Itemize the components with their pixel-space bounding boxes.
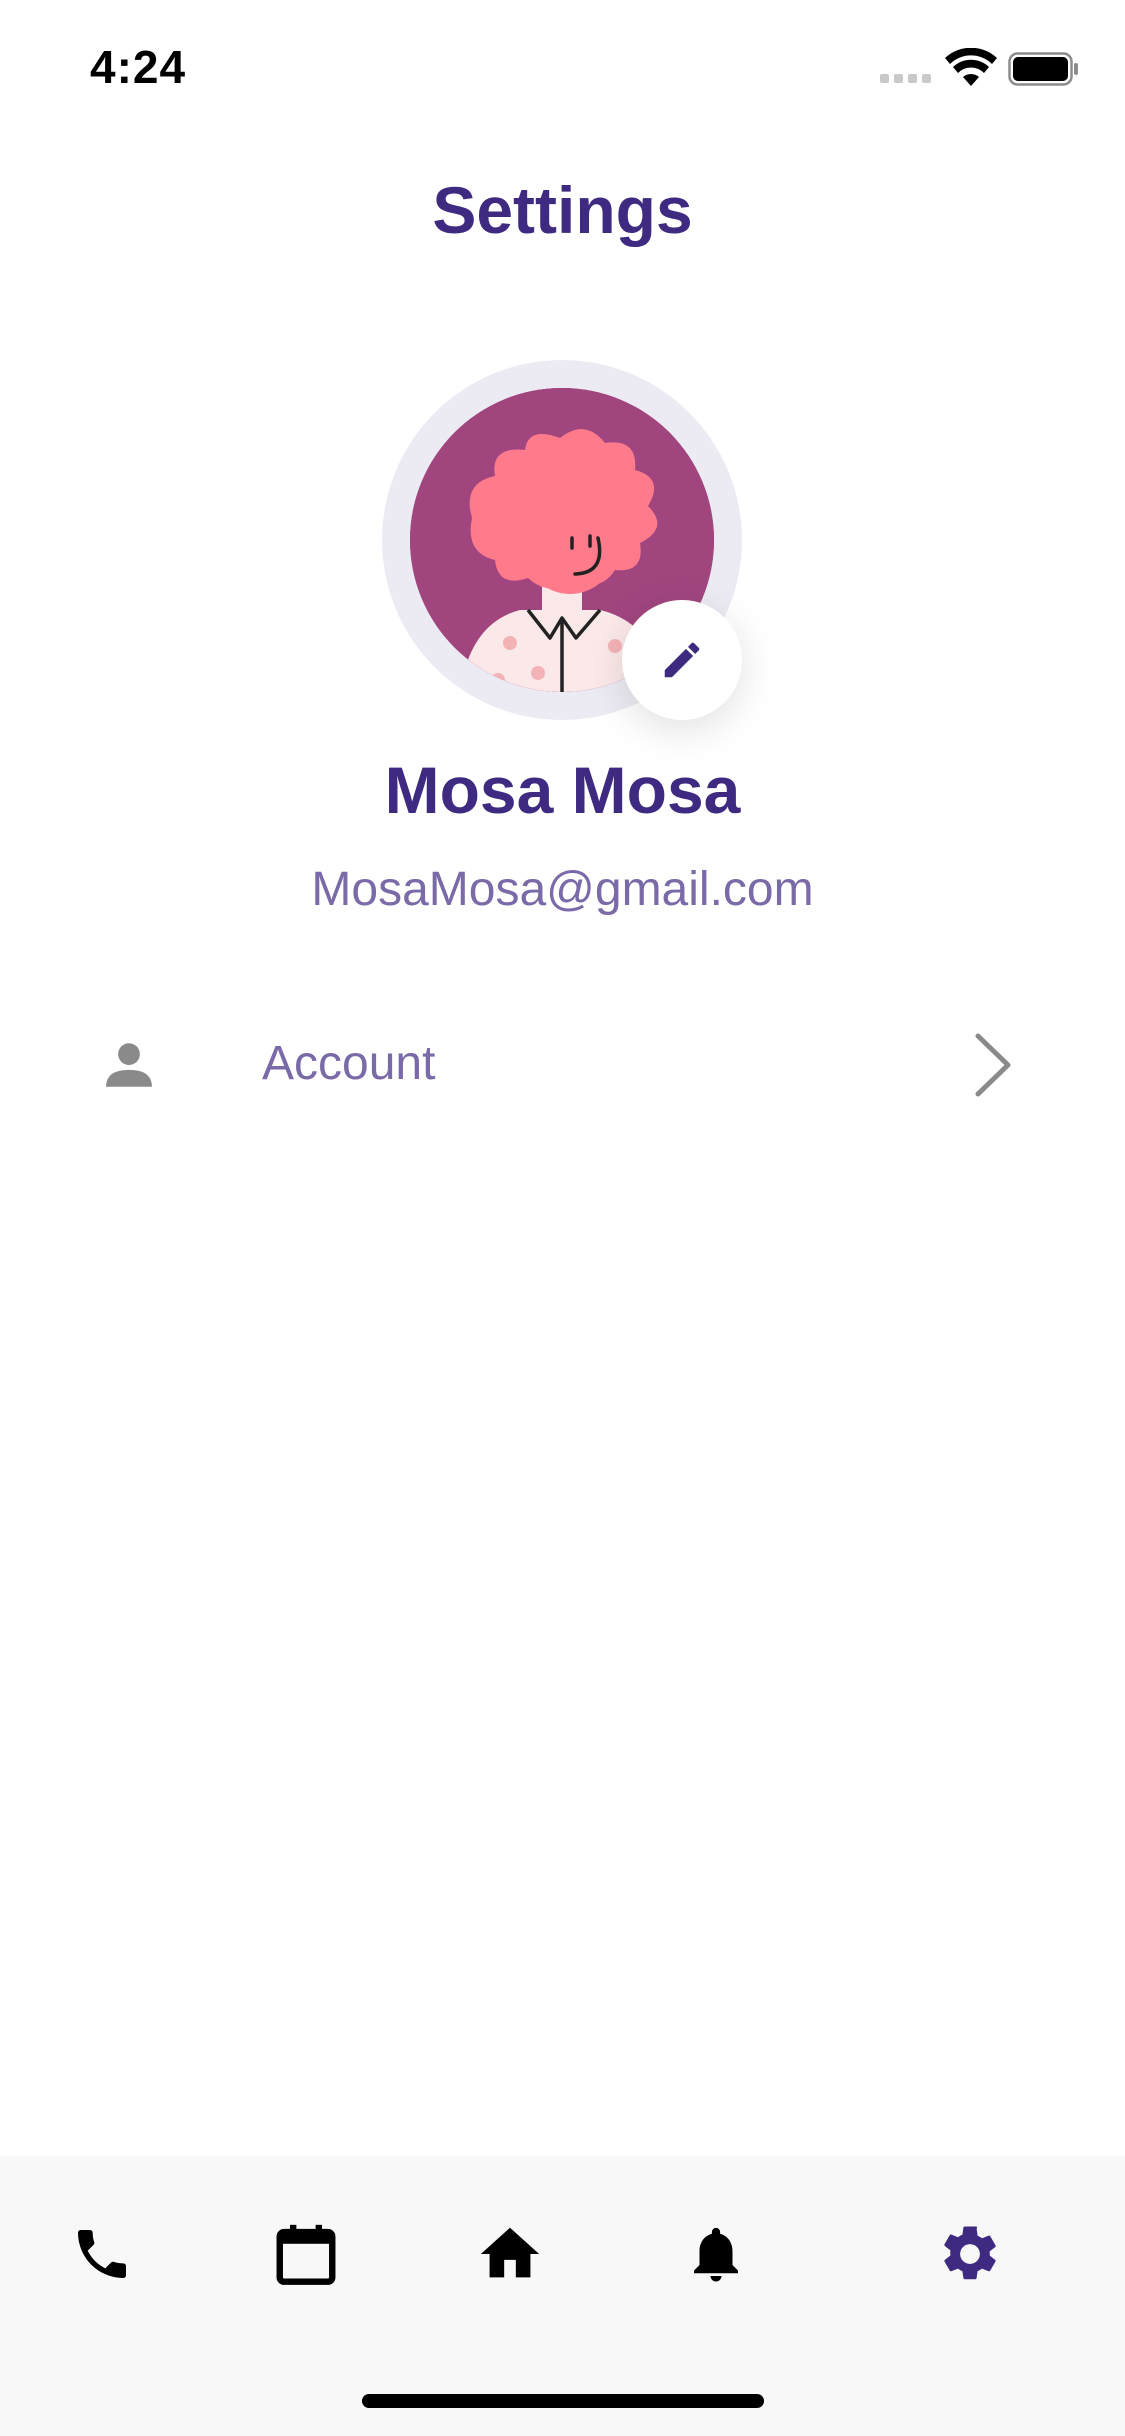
home-icon [480,2227,540,2278]
edit-avatar-button[interactable] [622,600,742,720]
nav-item-phone[interactable] [62,2214,142,2294]
bell-icon [694,2227,738,2282]
chevron-right-icon [975,1033,1011,1097]
settings-item-label: Account [262,1037,436,1090]
gear-icon [944,2226,996,2280]
nav-item-home[interactable] [470,2214,550,2294]
battery-icon [1008,52,1078,86]
wifi-icon [945,48,997,86]
status-bar: 4:24 [0,0,1125,135]
cellular-signal-icon [880,74,934,86]
nav-item-settings[interactable] [930,2214,1010,2294]
settings-screen: 4:24 Settings Mosa Mosa MosaMosa@gmail.c… [0,0,1125,2436]
page-title: Settings [432,173,693,247]
home-indicator [362,2394,764,2408]
calendar-icon [276,2224,336,2285]
phone-icon [78,2230,126,2278]
pencil-icon [664,642,700,678]
person-icon [106,1043,152,1087]
nav-item-notifications[interactable] [676,2214,756,2294]
user-email: MosaMosa@gmail.com [311,863,814,916]
settings-item-account[interactable]: Account [0,1010,1125,1120]
nav-item-calendar[interactable] [266,2214,346,2294]
status-time: 4:24 [90,41,187,93]
user-name: Mosa Mosa [384,753,741,827]
